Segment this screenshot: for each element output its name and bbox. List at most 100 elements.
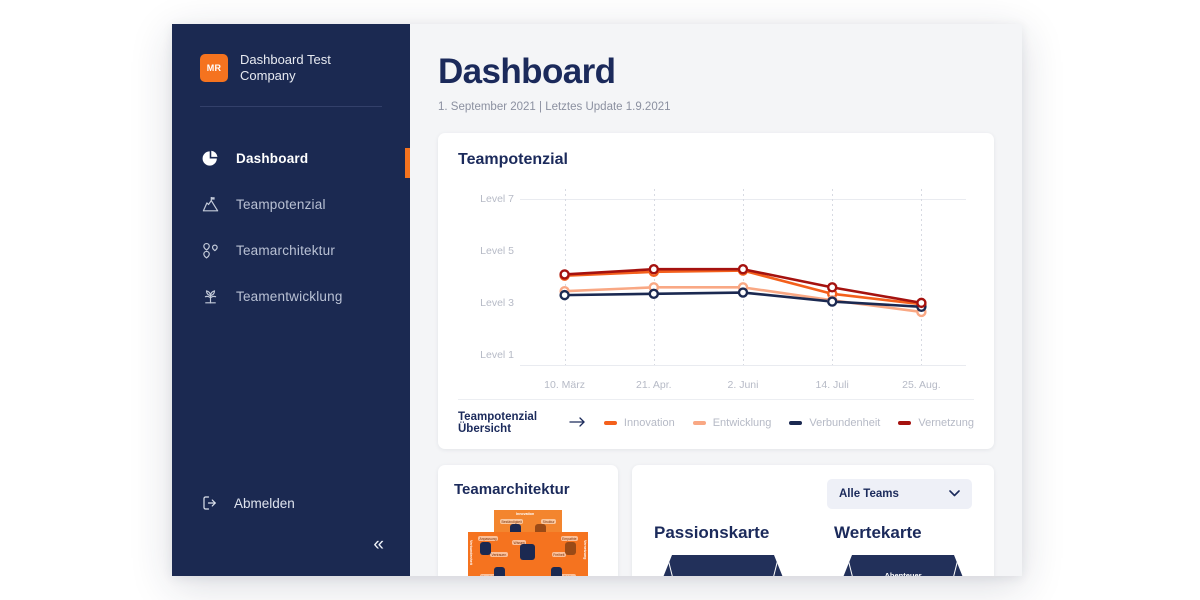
legend-link-label: Teampotenzial Übersicht <box>458 411 538 435</box>
chart-y-label: Level 7 <box>480 193 514 206</box>
architecture-bottom-block: Verbundenheit Vernetzung Anpassung Wisse… <box>468 532 588 576</box>
chart-y-label: Level 3 <box>480 296 514 309</box>
location-pins-icon <box>200 240 220 260</box>
main-content: Dashboard 1. September 2021 | Letztes Up… <box>410 24 1022 576</box>
passionskarte-title: Passionskarte <box>654 523 770 542</box>
chart-plot-area <box>520 189 966 365</box>
chart-x-label: 2. Juni <box>727 379 759 391</box>
chart-legend-item[interactable]: Verbundenheit <box>789 417 880 429</box>
shape-divider-left <box>666 555 683 576</box>
brand-divider <box>200 106 382 107</box>
legend-swatch <box>603 421 617 425</box>
chart-data-point[interactable] <box>559 289 570 301</box>
legend-swatch <box>789 421 803 425</box>
legend-label: Vernetzung <box>918 417 974 429</box>
sidebar-item-teamentwicklung[interactable]: Teamentwicklung <box>172 273 410 319</box>
team-select-dropdown[interactable]: Alle Teams <box>827 479 972 509</box>
wertekarte-shape-label: Abenteuer <box>884 571 922 576</box>
teamarchitektur-card[interactable]: Teamarchitektur Innovation Beständigkeit… <box>438 465 618 576</box>
chart-card-title: Teampotenzial <box>458 151 568 168</box>
chart-x-label: 14. Juli <box>815 379 849 391</box>
passionskarte[interactable]: Passionskarte Machen <box>648 523 798 576</box>
shape-divider-right <box>943 555 960 576</box>
architecture-left-label: Verbundenheit <box>469 540 473 565</box>
legend-swatch <box>692 421 706 425</box>
collapse-sidebar-button[interactable]: « <box>200 534 383 555</box>
chart-data-point[interactable] <box>737 264 749 275</box>
team-select-value: Alle Teams <box>839 488 899 500</box>
chart-data-point[interactable] <box>827 296 838 307</box>
sidebar-item-teampotenzial[interactable]: Teampotenzial <box>172 181 410 227</box>
chart-data-point[interactable] <box>648 264 660 275</box>
app-window: MR Dashboard Test Company Dashboard Team… <box>172 24 1022 576</box>
bottom-card-row: Teamarchitektur Innovation Beständigkeit… <box>438 465 994 576</box>
page-subtitle: 1. September 2021 | Letztes Update 1.9.2… <box>438 101 671 113</box>
sidebar-nav: Dashboard Teampotenzial Teamarchitektur … <box>172 135 410 319</box>
chart-data-point[interactable] <box>559 269 570 280</box>
teampotenzial-chart-card: Teampotenzial Level 7 Level 5 Level 3 Level… <box>438 133 994 449</box>
brand-badge: MR <box>200 54 228 82</box>
brand: MR Dashboard Test Company <box>172 24 410 84</box>
legend-swatch <box>898 421 912 425</box>
shape-divider-right <box>763 555 780 576</box>
chart-legend: Teampotenzial Übersicht Innovation Entwic… <box>458 399 974 435</box>
logout-icon <box>200 493 220 513</box>
chart-data-point[interactable] <box>737 287 749 298</box>
architecture-top-label: Innovation <box>516 512 535 516</box>
shape-divider-left <box>846 555 863 576</box>
sidebar-item-dashboard[interactable]: Dashboard <box>172 135 410 181</box>
chart-x-label: 25. Aug. <box>902 379 941 391</box>
chart-data-point[interactable] <box>648 288 660 300</box>
passionskarte-shape-wrap: Machen <box>648 555 798 576</box>
sidebar-footer: Abmelden « <box>172 493 410 576</box>
team-subcards: Passionskarte Machen Wertekarte <box>648 523 978 576</box>
team-cards-card: Alle Teams Passionskarte Wertekarte Aben… <box>632 465 994 576</box>
line-chart: Level 7 Level 5 Level 3 Level 1 10. März 21.… <box>458 179 974 395</box>
architecture-tag: Freiheit <box>551 552 566 557</box>
architecture-node <box>520 544 535 560</box>
sidebar-item-label: Teamentwicklung <box>236 288 343 304</box>
architecture-node <box>565 542 576 555</box>
teamarchitektur-title: Teamarchitektur <box>454 481 570 498</box>
logout-button[interactable]: Abmelden <box>200 493 382 513</box>
page-title: Dashboard <box>438 52 616 91</box>
chart-baseline <box>520 365 966 366</box>
architecture-node <box>480 542 491 555</box>
double-chevron-left-icon: « <box>373 534 383 555</box>
teampotenzial-overview-link[interactable]: Teampotenzial Übersicht <box>458 411 586 435</box>
mountain-flag-icon <box>200 194 220 214</box>
architecture-tag: Empathie <box>560 536 578 541</box>
architecture-node <box>494 567 505 576</box>
sidebar-item-label: Teamarchitektur <box>236 242 336 258</box>
teamarchitektur-graphic: Innovation Beständigkeit Struktur Verbun… <box>468 510 588 576</box>
chart-x-label: 21. Apr. <box>635 379 672 391</box>
architecture-right-label: Vernetzung <box>583 540 587 560</box>
wertekarte[interactable]: Wertekarte Abenteuer <box>828 523 978 576</box>
logout-label: Abmelden <box>234 495 295 511</box>
sidebar: MR Dashboard Test Company Dashboard Team… <box>172 24 410 576</box>
chevron-down-icon <box>949 488 960 500</box>
sidebar-item-label: Dashboard <box>236 150 309 166</box>
chart-data-point[interactable] <box>916 297 927 309</box>
chart-legend-item[interactable]: Entwicklung <box>692 417 772 429</box>
passionskarte-shape: Machen <box>648 555 798 576</box>
arrow-right-icon <box>569 416 586 430</box>
legend-label: Verbundenheit <box>809 417 881 429</box>
chart-data-point[interactable] <box>827 282 838 293</box>
chart-legend-item[interactable]: Innovation <box>603 417 675 429</box>
wertekarte-shape: Abenteuer <box>828 555 978 576</box>
legend-label: Innovation <box>623 417 675 429</box>
chart-y-label: Level 1 <box>480 348 514 361</box>
brand-name: Dashboard Test Company <box>240 52 331 83</box>
chart-legend-item[interactable]: Vernetzung <box>898 417 974 429</box>
architecture-tag: Vertrauen <box>490 552 508 557</box>
sidebar-item-label: Teampotenzial <box>236 196 326 212</box>
chart-x-label: 10. März <box>544 379 586 391</box>
architecture-node <box>551 567 562 576</box>
sidebar-item-teamarchitektur[interactable]: Teamarchitektur <box>172 227 410 273</box>
legend-label: Entwicklung <box>712 417 772 429</box>
chart-series-svg <box>559 264 927 318</box>
sprout-icon <box>200 286 220 306</box>
chart-y-label: Level 5 <box>480 245 514 258</box>
wertekarte-shape-wrap: Abenteuer <box>828 555 978 576</box>
